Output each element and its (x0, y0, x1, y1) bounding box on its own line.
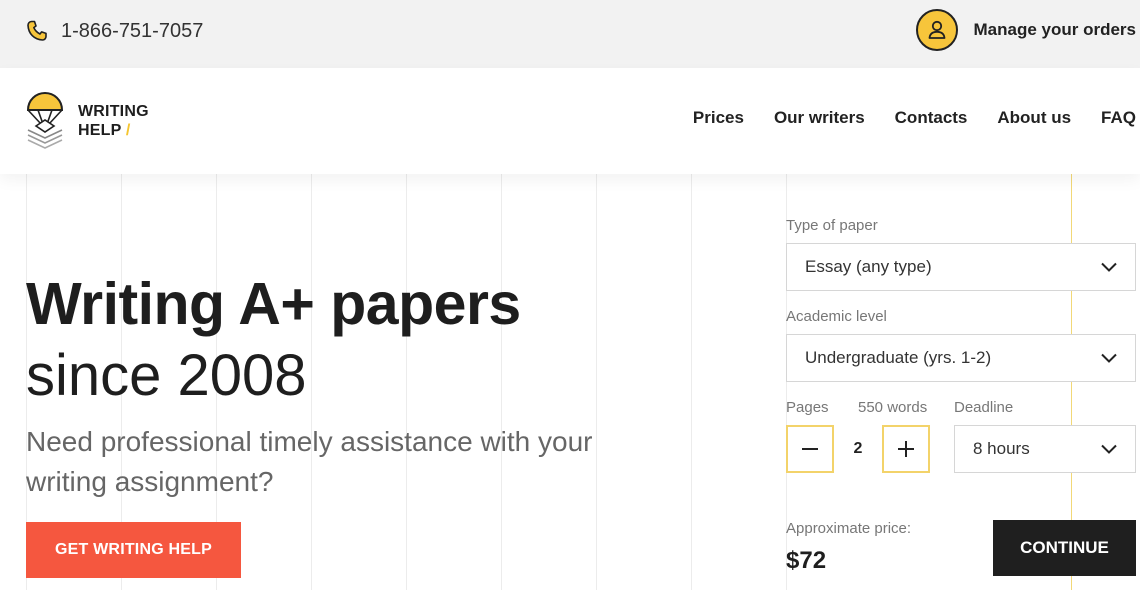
pages-label: Pages (786, 399, 829, 416)
paper-type-value: Essay (any type) (805, 257, 932, 276)
price-label: Approximate price: (786, 520, 912, 537)
pages-increment-button[interactable] (882, 425, 930, 473)
nav-item-contacts[interactable]: Contacts (895, 108, 968, 128)
chevron-down-icon (1101, 353, 1117, 363)
deadline-label: Deadline (954, 399, 1014, 416)
nav-item-our-writers[interactable]: Our writers (774, 108, 865, 128)
get-writing-help-button[interactable]: GET WRITING HELP (26, 522, 241, 578)
logo-line-1: WRITING (78, 103, 149, 120)
paper-type-label: Type of paper (786, 217, 878, 234)
hero-headline: Writing A+ papers (26, 271, 521, 337)
grid-line (501, 174, 502, 590)
logo-slash: / (125, 122, 131, 139)
main-nav: Prices Our writers Contacts About us FAQ (693, 108, 1136, 128)
pages-decrement-button[interactable] (786, 425, 834, 473)
user-icon (915, 9, 958, 51)
academic-level-label: Academic level (786, 308, 887, 325)
deadline-value: 8 hours (973, 439, 1030, 458)
continue-button[interactable]: CONTINUE (993, 520, 1136, 576)
grid-line (406, 174, 407, 590)
main-header: WRITING HELP / Prices Our writers Contac… (0, 68, 1140, 174)
nav-item-faq[interactable]: FAQ (1101, 108, 1136, 128)
phone-icon (27, 20, 47, 41)
grid-line (311, 174, 312, 590)
logo-wordmark: WRITING HELP / (78, 102, 149, 140)
site-logo[interactable]: WRITING HELP / (26, 92, 149, 150)
nav-item-prices[interactable]: Prices (693, 108, 744, 128)
hero-tagline: Need professional timely assistance with… (26, 426, 593, 497)
parachute-logo-icon (26, 92, 64, 149)
academic-level-select[interactable]: Undergraduate (yrs. 1-2) (786, 334, 1136, 382)
top-bar: 1-866-751-7057 Manage your orders (0, 0, 1140, 68)
manage-orders-link[interactable]: Manage your orders (915, 9, 1137, 51)
phone-number[interactable]: 1-866-751-7057 (61, 20, 203, 43)
manage-orders-label[interactable]: Manage your orders (974, 20, 1137, 40)
phone-contact[interactable]: 1-866-751-7057 (25, 17, 203, 45)
hero-section: Writing A+ papers since 2008 Need profes… (0, 174, 1140, 590)
logo-line-2: HELP (78, 122, 122, 139)
grid-line (691, 174, 692, 590)
deadline-select[interactable]: 8 hours (954, 425, 1136, 473)
paper-type-select[interactable]: Essay (any type) (786, 243, 1136, 291)
chevron-down-icon (1101, 444, 1117, 454)
plus-icon (898, 441, 914, 457)
chevron-down-icon (1101, 262, 1117, 272)
academic-level-value: Undergraduate (yrs. 1-2) (805, 348, 992, 367)
price-value: $72 (786, 547, 827, 574)
words-count: 550 words (858, 399, 928, 416)
grid-line (596, 174, 597, 590)
minus-icon (802, 448, 818, 450)
nav-item-about-us[interactable]: About us (997, 108, 1071, 128)
hero-subheadline: since 2008 (26, 343, 307, 408)
pages-value[interactable]: 2 (834, 425, 882, 473)
